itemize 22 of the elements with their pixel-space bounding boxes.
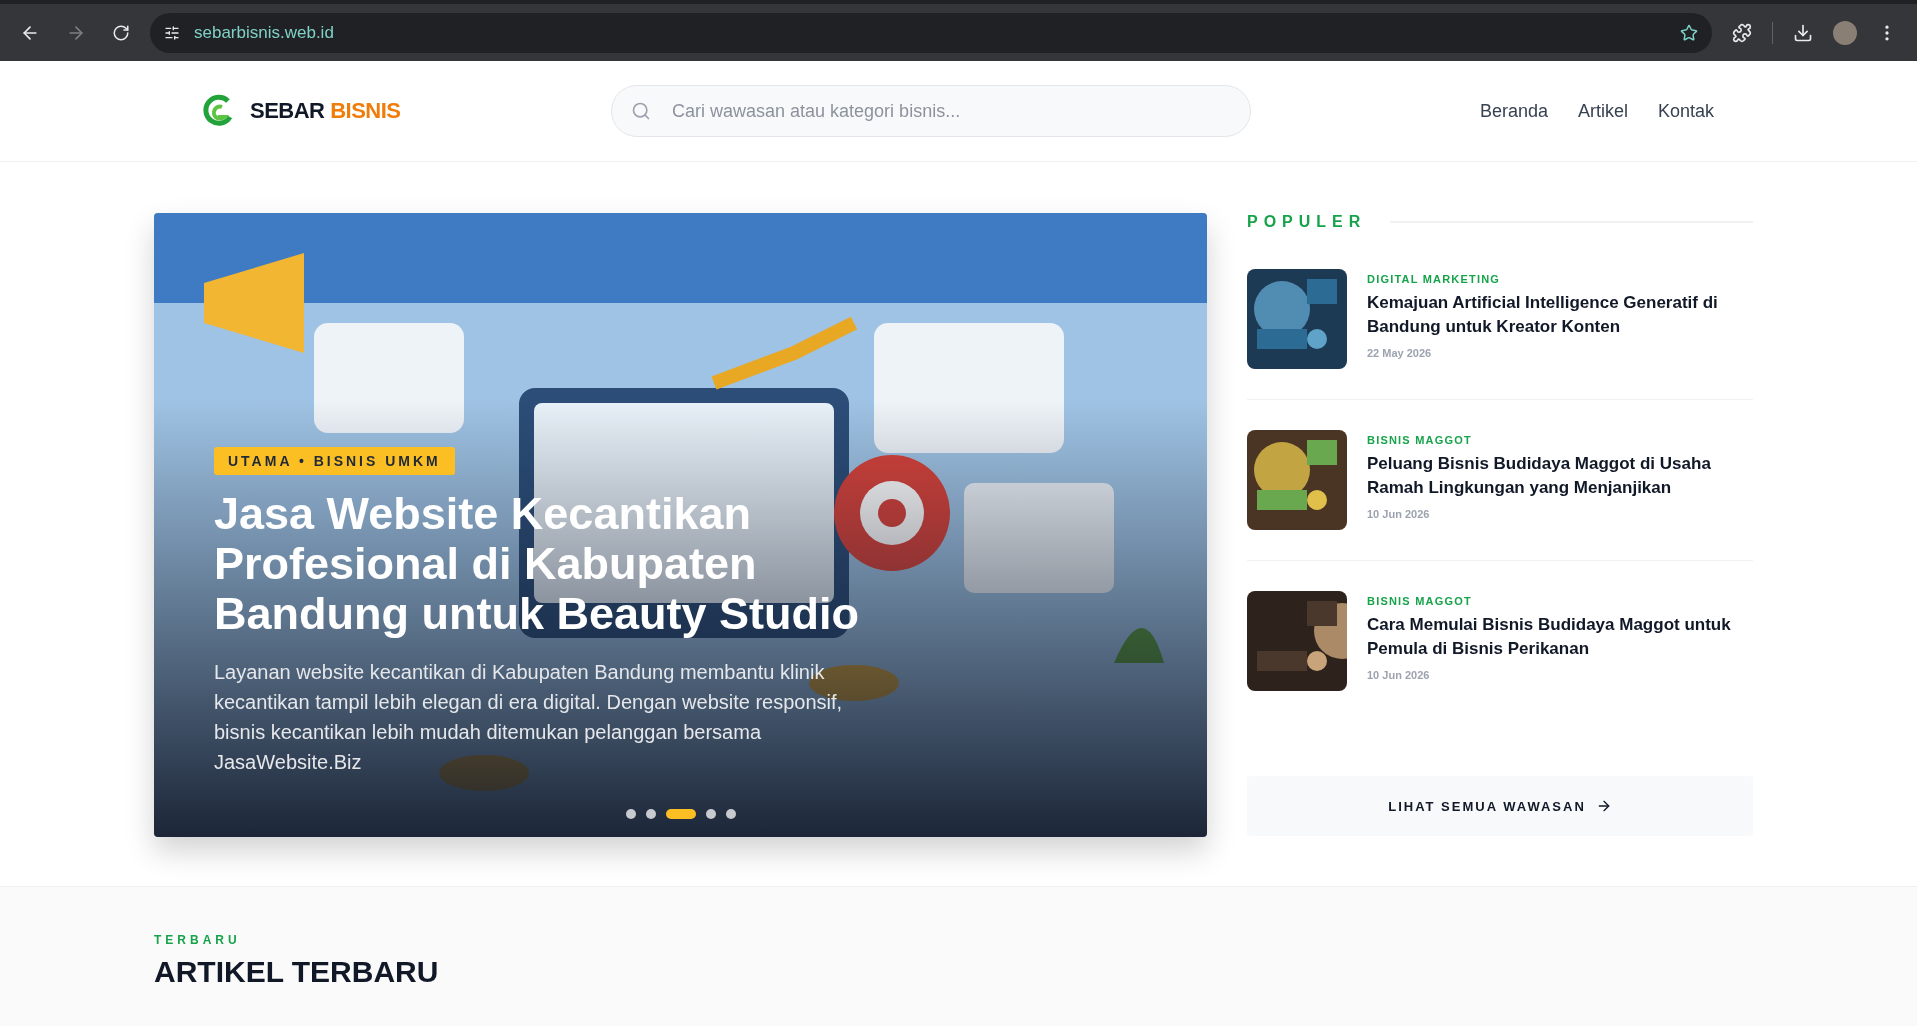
article-title[interactable]: Kemajuan Artificial Intelligence Generatif di Bandung untuk Kreator Konten xyxy=(1367,291,1753,339)
url-text: sebarbisnis.web.id xyxy=(194,22,335,43)
nav-link[interactable]: Artikel xyxy=(1577,100,1628,122)
article-date: 22 May 2026 xyxy=(1367,347,1433,359)
nav-link[interactable]: Beranda xyxy=(1479,100,1548,122)
article-title[interactable]: Peluang Bisnis Budidaya Maggot di Usaha Ramah Lingkungan yang Menjanjikan xyxy=(1367,452,1753,500)
address-bar[interactable]: sebarbisnis.web.id xyxy=(150,12,1712,53)
search-field[interactable]: Cari wawasan atau kategori bisnis... xyxy=(611,85,1251,137)
logo-text: SEBAR BISNIS xyxy=(250,98,401,124)
section-heading: POPULER xyxy=(1247,213,1367,231)
article-date: 10 Jun 2026 xyxy=(1367,669,1431,681)
article-category: BISNIS MAGGOT xyxy=(1367,595,1473,607)
view-all-button[interactable]: LIHAT SEMUA WAWASAN xyxy=(1247,776,1753,836)
section-heading: ARTIKEL TERBARU xyxy=(154,955,439,989)
section-eyebrow: TERBARU xyxy=(154,933,242,947)
article-category: BISNIS MAGGOT xyxy=(1367,434,1473,446)
article-title[interactable]: Cara Memulai Bisnis Budidaya Maggot untuk Pemula di Bisnis Perikanan xyxy=(1367,613,1753,661)
nav-link[interactable]: Kontak xyxy=(1657,100,1714,122)
article-category: DIGITAL MARKETING xyxy=(1367,273,1502,285)
hero-summary: Layanan website kecantikan di Kabupaten Bandung membantu klinik kecantikan tampil lebih elegan di era digital. Dengan website responsif, bisnis kecantikan lebih mudah ditemukan pelanggan bersama JasaWebsite.Biz xyxy=(214,660,844,775)
category-badge: UTAMA • BISNIS UMKM xyxy=(214,447,455,475)
article-date: 10 Jun 2026 xyxy=(1367,508,1431,520)
